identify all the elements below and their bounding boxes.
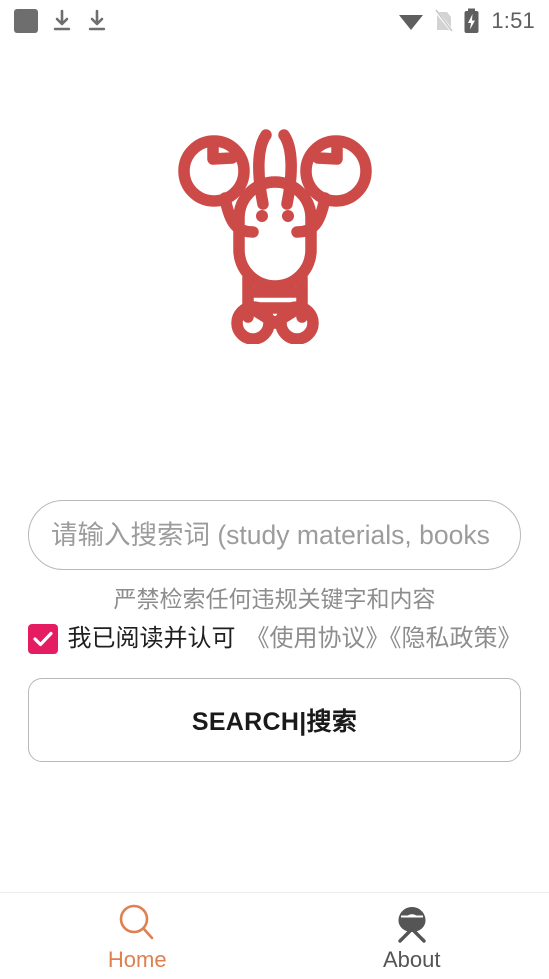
search-form: 严禁检索任何违规关键字和内容 我已阅读并认可 《使用协议》《隐私政策》 SEAR… <box>0 500 549 763</box>
search-warning-text: 严禁检索任何违规关键字和内容 <box>113 586 436 612</box>
bottom-navigation-bar: Home About <box>0 892 549 979</box>
agreement-links[interactable]: 《使用协议》《隐私政策》 <box>246 627 522 651</box>
download-icon <box>88 9 106 31</box>
nav-label-about: About <box>383 946 441 972</box>
nav-item-home[interactable]: Home <box>0 893 275 979</box>
status-bar-left-icons <box>14 9 108 33</box>
nav-label-home: Home <box>107 946 167 972</box>
app-square-icon <box>14 9 38 33</box>
wifi-icon <box>399 15 424 30</box>
no-sim-icon <box>434 9 455 33</box>
download-icon <box>53 9 71 31</box>
agreement-checkbox[interactable] <box>27 624 58 655</box>
agreement-label: 我已阅读并认可 <box>67 625 236 653</box>
status-bar-right-icons: 1:51 <box>397 8 535 34</box>
search-input[interactable] <box>28 500 521 570</box>
lobster-head-icon <box>398 906 426 943</box>
search-icon <box>119 904 154 939</box>
nav-item-about[interactable]: About <box>275 893 549 979</box>
lobster-logo-icon <box>177 129 372 344</box>
lobster-eye-left <box>255 210 268 222</box>
lobster-eye-right <box>281 210 294 222</box>
agreement-row: 我已阅读并认可 《使用协议》《隐私政策》 <box>0 624 549 655</box>
status-bar: 1:51 <box>0 0 549 42</box>
search-button[interactable]: SEARCH|搜索 <box>28 678 521 763</box>
check-icon <box>32 632 53 647</box>
status-bar-time: 1:51 <box>491 8 535 33</box>
battery-charging-icon <box>464 8 479 33</box>
app-logo <box>0 112 549 344</box>
